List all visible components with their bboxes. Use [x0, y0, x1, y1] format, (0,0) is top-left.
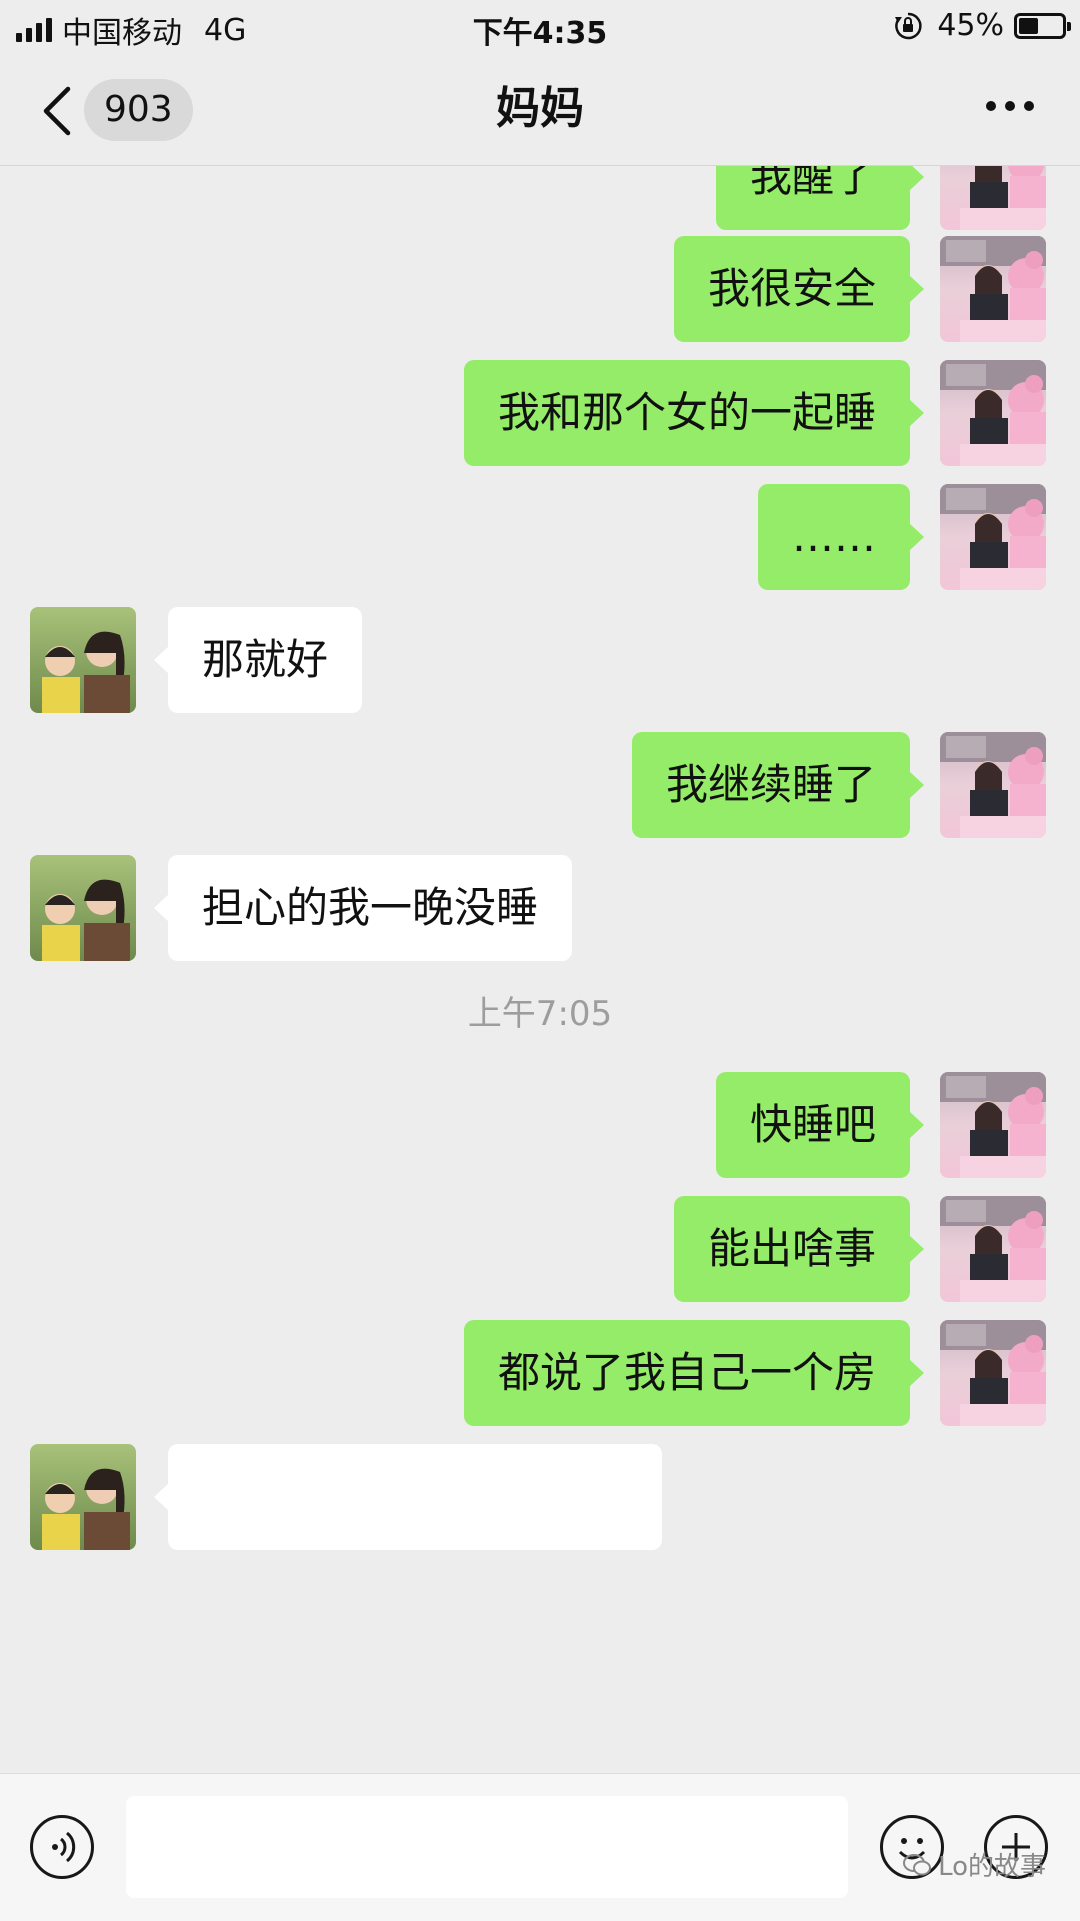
message-timestamp: 上午7:05 — [467, 994, 613, 1034]
my-avatar[interactable] — [940, 1072, 1046, 1178]
battery-percent: 45% — [937, 8, 1004, 43]
chat-title: 妈妈 — [496, 83, 584, 134]
outgoing-message: 我很安全 — [0, 236, 1080, 342]
message-bubble[interactable]: 都说了我自己一个房 — [463, 1320, 925, 1426]
nav-bar: 903 妈妈 — [0, 55, 1080, 166]
outgoing-message: 能出啥事 — [0, 1196, 1080, 1302]
emoji-button[interactable] — [880, 1815, 944, 1879]
battery-icon — [1014, 12, 1071, 39]
input-bar: Lo的故事 — [0, 1773, 1080, 1921]
my-avatar[interactable] — [940, 484, 1046, 590]
outgoing-message: 我继续睡了 — [0, 732, 1080, 838]
chat-message-list[interactable]: 我醒了 我很安全我和那个女的一起睡 …… 那就好我继续睡了 担心的我一晚没睡上午7:05… — [0, 166, 1080, 1772]
incoming-message: 担心的我一晚没睡 — [0, 855, 1080, 961]
my-avatar[interactable] — [940, 1320, 1046, 1426]
contact-avatar[interactable] — [30, 1444, 136, 1550]
message-bubble[interactable]: 我继续睡了 — [631, 732, 925, 838]
outgoing-message: 都说了我自己一个房 — [0, 1320, 1080, 1426]
outgoing-message: 我和那个女的一起睡 — [0, 360, 1080, 466]
my-avatar[interactable] — [940, 360, 1046, 466]
incoming-message — [0, 1444, 1080, 1550]
incoming-message: 那就好 — [0, 607, 1080, 713]
message-bubble[interactable]: 我很安全 — [673, 236, 925, 342]
outgoing-message: 快睡吧 — [0, 1072, 1080, 1178]
message-bubble[interactable]: 我和那个女的一起睡 — [463, 360, 925, 466]
status-right: 45% — [893, 8, 1071, 43]
message-bubble[interactable]: 担心的我一晚没睡 — [153, 855, 573, 961]
message-bubble[interactable] — [154, 1444, 662, 1550]
outgoing-message: …… — [0, 484, 1080, 590]
my-avatar[interactable] — [940, 1196, 1046, 1302]
contact-avatar[interactable] — [30, 855, 136, 961]
my-avatar[interactable] — [940, 732, 1046, 838]
voice-icon — [52, 1831, 76, 1863]
contact-avatar[interactable] — [30, 607, 136, 713]
battery-fill — [1019, 17, 1038, 34]
emoji-icon — [898, 1838, 926, 1860]
message-bubble[interactable]: 能出啥事 — [673, 1196, 925, 1302]
message-bubble[interactable]: 我醒了 — [715, 166, 925, 230]
message-bubble[interactable]: …… — [758, 484, 924, 590]
more-dots-icon[interactable] — [986, 101, 1034, 111]
outgoing-message: 我醒了 — [0, 166, 1080, 230]
orientation-lock-icon — [895, 12, 922, 39]
my-avatar[interactable] — [940, 236, 1046, 342]
plus-icon — [1002, 1833, 1030, 1861]
status-bar: 中国移动 4G 下午4:35 45% — [0, 0, 1080, 55]
plus-button[interactable] — [984, 1815, 1048, 1879]
message-bubble[interactable]: 那就好 — [153, 607, 363, 713]
voice-button[interactable] — [30, 1815, 94, 1879]
message-bubble[interactable]: 快睡吧 — [715, 1072, 925, 1178]
my-avatar[interactable] — [940, 166, 1046, 230]
message-input[interactable] — [126, 1796, 848, 1898]
